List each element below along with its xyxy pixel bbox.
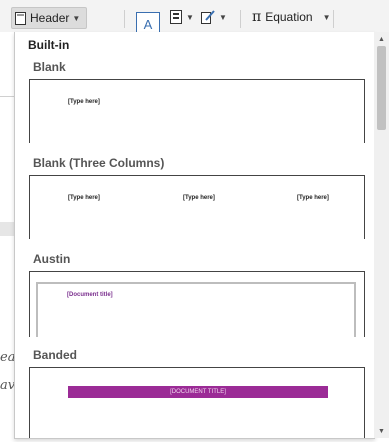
banded-title-bar: [DOCUMENT TITLE] (68, 386, 328, 398)
placeholder-text: [Type here] (297, 195, 329, 201)
austin-border-frame (36, 282, 356, 337)
gallery-item-label: Banded (33, 348, 78, 362)
placeholder-text: [Type here] (68, 195, 100, 201)
gallery-item-blank-three-columns[interactable]: [Type here] [Type here] [Type here] (29, 175, 365, 239)
ribbon-toolbar: Header ▼ A ▼ ▼ π Equation ▼ (0, 0, 389, 32)
gallery-item-blank[interactable]: [Type here] (29, 79, 365, 143)
gallery-item-austin[interactable]: [Document title] (29, 271, 365, 337)
header-gallery-dropdown: Built-in Blank [Type here] Blank (Three … (14, 32, 375, 439)
signature-line-icon (201, 10, 215, 24)
gallery-section-title: Built-in (28, 38, 70, 52)
pi-icon: π (252, 9, 262, 25)
document-background: ea av (0, 32, 16, 442)
gallery-item-label: Blank (Three Columns) (33, 156, 165, 170)
gallery-scrollbar[interactable]: ▲ ▼ (374, 32, 389, 438)
chevron-down-icon: ▼ (72, 13, 81, 23)
gallery-item-banded[interactable]: [DOCUMENT TITLE] (29, 367, 365, 438)
gallery-item-label: Austin (33, 252, 71, 266)
chevron-down-icon: ▼ (186, 12, 194, 22)
equation-label: Equation (265, 10, 313, 24)
ribbon-separator (333, 10, 334, 28)
scroll-up-arrow-icon[interactable]: ▲ (374, 33, 389, 45)
signature-line-button[interactable]: ▼ (201, 6, 227, 28)
scrollbar-thumb[interactable] (377, 46, 386, 130)
placeholder-text: [Type here] (68, 99, 100, 105)
header-page-icon (15, 11, 26, 25)
placeholder-text: [DOCUMENT TITLE] (170, 389, 226, 395)
placeholder-text: [Type here] (183, 195, 215, 201)
header-button-label: Header (30, 11, 70, 25)
gallery-item-label: Blank (33, 60, 66, 74)
quick-parts-button[interactable]: ▼ (170, 6, 194, 28)
placeholder-text: [Document title] (67, 292, 113, 298)
ribbon-separator (240, 10, 241, 28)
ribbon-separator (124, 10, 125, 28)
chevron-down-icon: ▼ (219, 12, 227, 22)
text-box-letter: A (143, 17, 153, 32)
quick-parts-icon (170, 10, 182, 24)
header-dropdown-button[interactable]: Header ▼ (11, 7, 88, 29)
page-gap (0, 222, 14, 236)
ruler-line (0, 96, 14, 97)
equation-button[interactable]: π Equation ▼ (252, 6, 331, 28)
chevron-down-icon: ▼ (322, 12, 331, 22)
document-text-fragment: av (0, 378, 16, 393)
scroll-down-arrow-icon[interactable]: ▼ (374, 425, 389, 437)
text-box-button[interactable]: A (136, 12, 160, 32)
